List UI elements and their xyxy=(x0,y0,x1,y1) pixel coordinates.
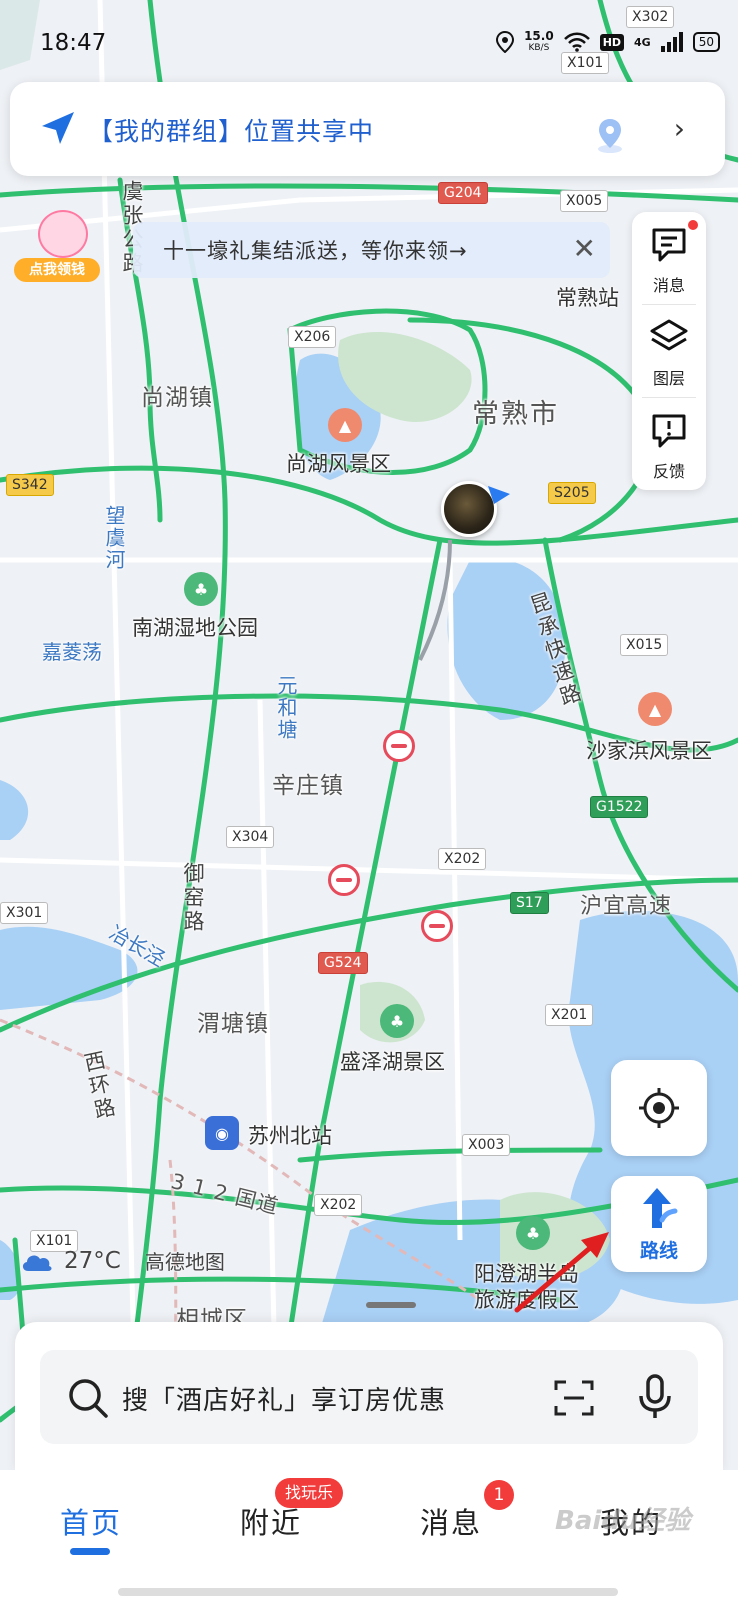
road-shield: G1522 xyxy=(590,796,649,818)
hd-badge: HD xyxy=(599,33,625,51)
road-shield: S205 xyxy=(548,482,596,504)
status-bar: 18:47 15.0 KB/S HD 4G 50 xyxy=(0,0,738,80)
toolbar-label: 消息 xyxy=(652,276,685,295)
promo-badge[interactable]: 点我领钱 xyxy=(14,210,100,282)
search-input[interactable]: 搜「酒店好礼」享订房优惠 xyxy=(40,1350,698,1444)
status-icons: 15.0 KB/S HD 4G 50 xyxy=(496,30,720,54)
layers-icon xyxy=(650,319,688,351)
promo-label: 点我领钱 xyxy=(14,258,100,282)
poi-label: 尚湖风景区 xyxy=(286,452,391,476)
road-shield: X015 xyxy=(620,634,669,656)
toolbar-label: 反馈 xyxy=(652,462,685,481)
toolbar-feedback-button[interactable]: 反馈 xyxy=(632,398,706,490)
mascot-icon xyxy=(38,210,88,258)
map-label-road: 御窑路 xyxy=(181,862,205,934)
annotation-arrow-icon xyxy=(514,1232,609,1313)
road-shield: G524 xyxy=(318,952,368,974)
navigation-arrow-icon xyxy=(42,112,74,144)
scenic-poi-icon[interactable]: ▲ xyxy=(638,692,672,726)
network-type: 4G xyxy=(634,35,651,49)
road-shield: X202 xyxy=(438,848,487,870)
road-shield: X301 xyxy=(0,902,49,924)
scan-icon[interactable] xyxy=(554,1378,594,1418)
location-sharing-card[interactable]: 【我的群组】位置共享中 › xyxy=(10,82,725,176)
road-shield: S17 xyxy=(510,892,549,914)
toolbar-label: 图层 xyxy=(652,369,685,388)
train-station-icon[interactable]: ◉ xyxy=(205,1116,239,1150)
notification-dot xyxy=(688,220,698,230)
road-shield: X304 xyxy=(226,826,275,848)
park-poi-icon[interactable]: ♣ xyxy=(380,1004,414,1038)
map-label-town: 尚湖镇 xyxy=(141,385,213,411)
road-shield: X003 xyxy=(462,1134,511,1156)
home-indicator xyxy=(118,1588,618,1596)
map-label-water: 望虞河 xyxy=(102,505,126,571)
road-shield: G204 xyxy=(438,182,488,204)
heading-arrow-icon xyxy=(488,486,510,504)
map-label-station: 常熟站 xyxy=(556,286,619,310)
wifi-icon xyxy=(563,32,590,52)
map-label-city: 常熟市 xyxy=(472,399,559,430)
chevron-right-icon[interactable]: › xyxy=(674,112,685,145)
road-shield: S342 xyxy=(6,474,54,496)
map-toolbar: 消息 图层 反馈 xyxy=(632,212,706,490)
location-pin-icon xyxy=(598,119,622,153)
feedback-icon xyxy=(652,414,686,448)
crosshair-icon xyxy=(639,1088,679,1128)
toolbar-message-button[interactable]: 消息 xyxy=(632,212,706,304)
route-label: 路线 xyxy=(639,1240,678,1262)
park-poi-icon[interactable]: ♣ xyxy=(184,572,218,606)
poi-label: 南湖湿地公园 xyxy=(132,616,258,640)
road-shield: X202 xyxy=(314,1194,363,1216)
map-label-town: 辛庄镇 xyxy=(272,773,344,799)
tab-home[interactable]: 首页 xyxy=(60,1500,122,1542)
traffic-no-entry-icon[interactable] xyxy=(328,864,360,896)
map-label-water: 嘉菱荡 xyxy=(42,640,102,664)
road-shield: X201 xyxy=(545,1004,594,1026)
promo-tip-banner[interactable]: 十一壕礼集结派送，等你来领→ ✕ xyxy=(133,222,610,278)
search-icon xyxy=(69,1379,108,1418)
tip-text: 十一壕礼集结派送，等你来领→ xyxy=(163,239,468,263)
signal-icon xyxy=(660,32,683,52)
bottom-sheet: 搜「酒店好礼」享订房优惠 xyxy=(15,1322,723,1472)
search-placeholder: 搜「酒店好礼」享订房优惠 xyxy=(122,1386,447,1416)
status-time: 18:47 xyxy=(40,30,107,56)
message-icon xyxy=(652,228,686,262)
location-sharing-text: 【我的群组】位置共享中 xyxy=(88,117,375,146)
watermark: Baidu经验 xyxy=(555,1506,691,1536)
close-icon[interactable]: ✕ xyxy=(573,232,596,266)
poi-label: 沙家浜风景区 xyxy=(586,739,712,763)
map-label-road: 沪宜高速 xyxy=(580,894,673,919)
poi-label: 盛泽湖景区 xyxy=(340,1050,445,1074)
road-shield: X005 xyxy=(560,190,609,212)
map-label-town: 渭塘镇 xyxy=(197,1011,269,1037)
toolbar-layers-button[interactable]: 图层 xyxy=(632,305,706,397)
traffic-no-entry-icon[interactable] xyxy=(383,730,415,762)
map-label-station: 苏州北站 xyxy=(248,1124,332,1148)
battery-icon: 50 xyxy=(692,32,720,52)
route-button[interactable]: 路线 xyxy=(611,1176,707,1272)
weather-widget[interactable]: 27°C 高德地图 xyxy=(20,1246,225,1275)
tab-nearby-badge: 找玩乐 xyxy=(275,1478,344,1508)
temperature: 27°C xyxy=(64,1247,121,1274)
location-icon xyxy=(496,31,515,53)
scenic-poi-icon[interactable]: ▲ xyxy=(328,408,362,442)
traffic-no-entry-icon[interactable] xyxy=(421,910,453,942)
active-tab-indicator xyxy=(70,1548,110,1555)
map-label-water: 元和塘 xyxy=(274,675,298,741)
road-shield: X206 xyxy=(288,326,337,348)
route-arrow-icon xyxy=(643,1188,678,1228)
tab-messages-badge: 1 xyxy=(484,1480,514,1510)
locate-me-button[interactable] xyxy=(611,1060,707,1156)
sheet-handle[interactable] xyxy=(366,1302,416,1308)
network-speed: 15.0 KB/S xyxy=(524,29,554,53)
tab-messages[interactable]: 消息 xyxy=(420,1500,482,1542)
cloud-icon xyxy=(22,1254,52,1271)
brand-label: 高德地图 xyxy=(144,1250,225,1274)
microphone-icon[interactable] xyxy=(638,1374,672,1420)
